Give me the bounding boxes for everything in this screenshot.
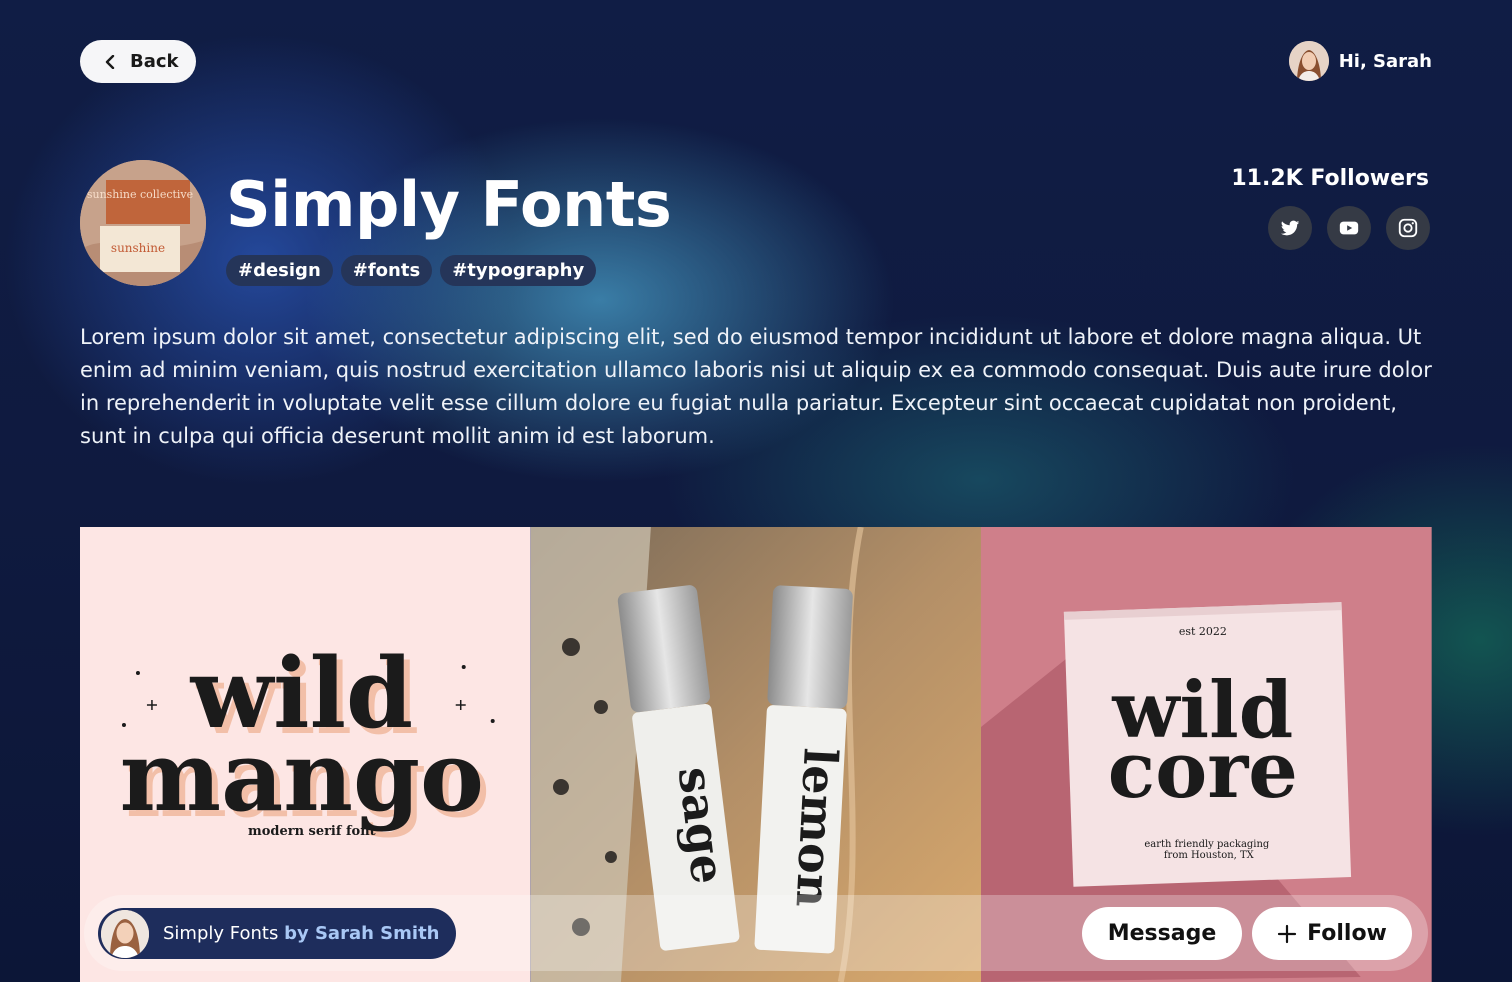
youtube-link[interactable] (1327, 206, 1371, 250)
tag-list: #design #fonts #typography (226, 255, 597, 286)
tag-typography[interactable]: #typography (440, 255, 597, 286)
instagram-icon (1398, 218, 1418, 238)
chevron-left-icon (105, 54, 115, 69)
youtube-icon (1339, 221, 1359, 235)
profile-description: Lorem ipsum dolor sit amet, consectetur … (80, 325, 1432, 448)
twitter-link[interactable] (1268, 206, 1312, 250)
follow-label: Follow (1307, 921, 1387, 946)
tag-design[interactable]: #design (226, 255, 333, 286)
wild-core-sub2: from Houston, TX (1164, 850, 1255, 861)
profile-avatar: sunshine collective sunshine (80, 160, 206, 286)
social-links (1268, 206, 1430, 250)
wild-mango-line2: mango (120, 720, 484, 833)
author-by[interactable]: by Sarah Smith (284, 923, 439, 944)
follow-button[interactable]: Follow (1252, 907, 1412, 960)
greeting-text: Hi, Sarah (1338, 50, 1432, 72)
user-menu[interactable]: Hi, Sarah (1288, 40, 1432, 82)
follower-count: 11.2K Followers (1231, 166, 1429, 191)
author-brand: Simply Fonts (163, 923, 279, 944)
back-button[interactable]: Back (80, 40, 196, 83)
page-title: Simply Fonts (226, 168, 672, 241)
author-pill[interactable]: Simply Fonts by Sarah Smith (98, 908, 456, 959)
plus-icon (1278, 924, 1297, 943)
wild-mango-sub: modern serif font (248, 824, 376, 839)
author-avatar (101, 909, 149, 958)
svg-text:sunshine: sunshine (111, 241, 165, 255)
bottle-lemon-label: lemon (785, 747, 847, 909)
avatar-logo-text: sunshine collective (87, 188, 193, 201)
wild-core-sub1: earth friendly packaging (1145, 839, 1271, 850)
wild-core-line2: core (1108, 725, 1298, 816)
message-button[interactable]: Message (1082, 907, 1242, 960)
instagram-link[interactable] (1386, 206, 1430, 250)
wild-core-est: est 2022 (1179, 625, 1227, 638)
user-avatar (1288, 41, 1329, 81)
twitter-icon (1281, 220, 1300, 236)
tag-fonts[interactable]: #fonts (340, 255, 433, 286)
message-label: Message (1107, 921, 1217, 946)
back-label: Back (130, 51, 179, 72)
